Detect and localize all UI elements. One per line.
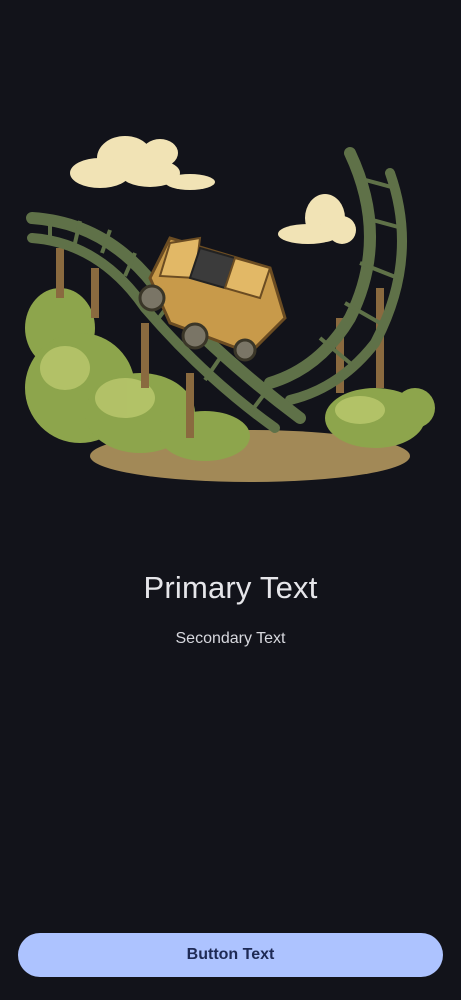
- roller-coaster-illustration: [20, 118, 440, 490]
- cloud-right: [278, 194, 356, 244]
- onboarding-screen: Primary Text Secondary Text Button Text: [0, 0, 461, 1000]
- secondary-text: Secondary Text: [175, 630, 286, 647]
- primary-text: Primary Text: [143, 570, 318, 605]
- primary-action-button[interactable]: Button Text: [18, 933, 443, 977]
- cloud-left: [70, 136, 215, 190]
